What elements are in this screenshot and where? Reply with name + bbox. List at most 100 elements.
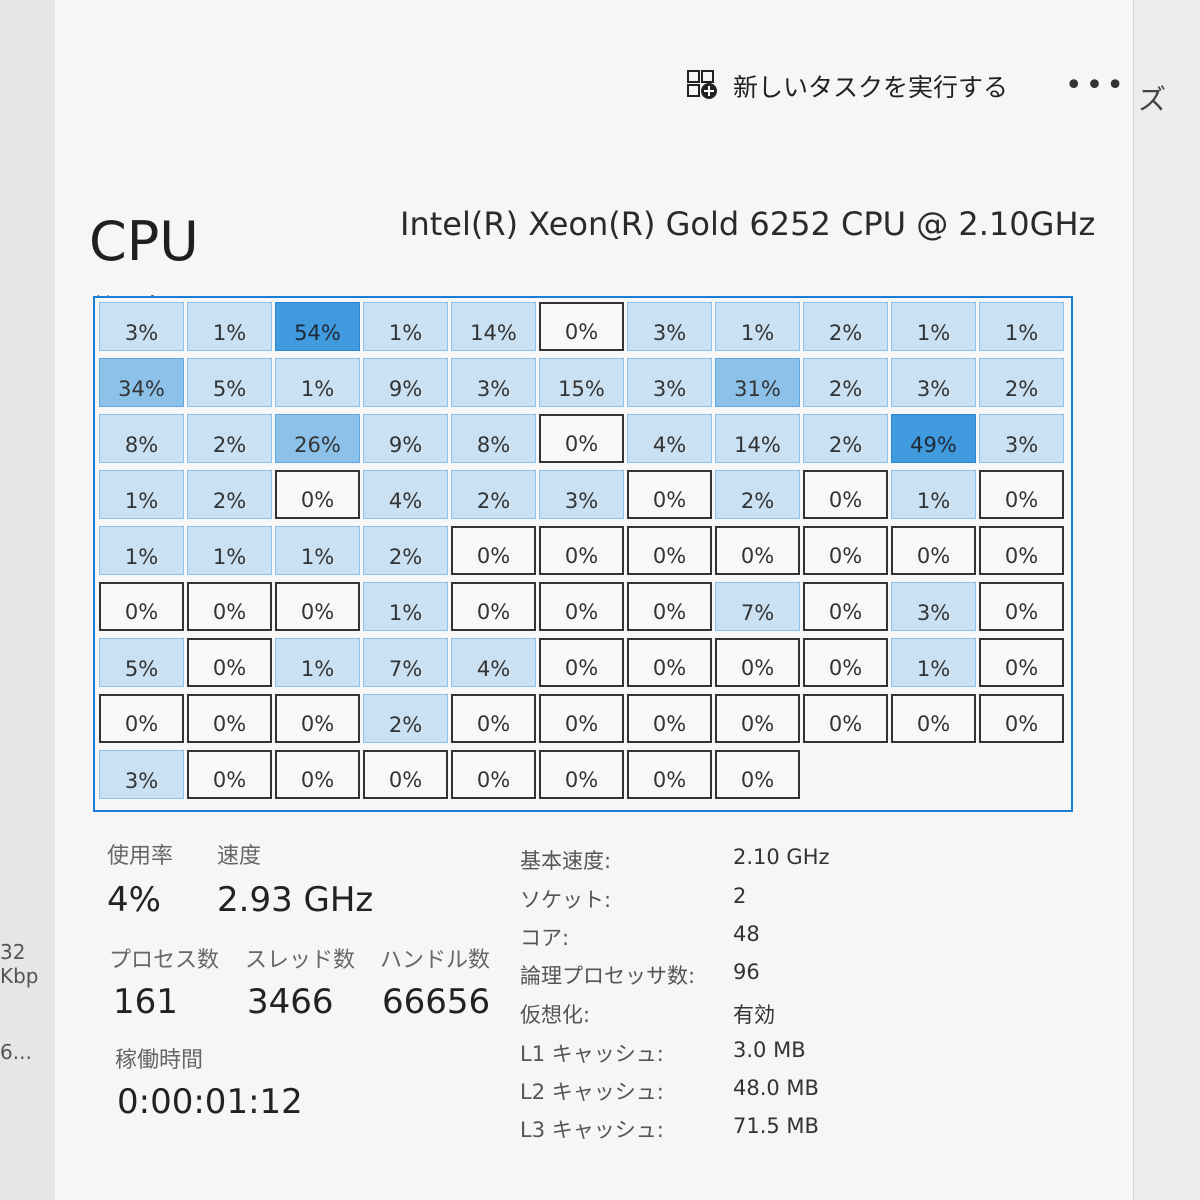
spec-key-virtualization: 仮想化: <box>520 1003 591 1027</box>
clipped-text: ズ <box>1138 83 1167 116</box>
processor-cell-10: 1% <box>979 302 1064 351</box>
processor-cell-68: 1% <box>275 638 360 687</box>
processor-cell-17: 3% <box>627 358 712 407</box>
spec-key-l3-cache: L3 キャッシュ: <box>520 1118 664 1142</box>
processor-cell-84: 0% <box>715 694 800 743</box>
processor-cell-30: 2% <box>803 414 888 463</box>
threads-value: 3466 <box>247 982 334 1022</box>
processor-cell-6: 3% <box>627 302 712 351</box>
processor-cell-28: 4% <box>627 414 712 463</box>
processor-cell-4: 14% <box>451 302 536 351</box>
processor-cell-61: 0% <box>627 582 712 631</box>
processor-cell-37: 2% <box>451 470 536 519</box>
processor-cell-20: 3% <box>891 358 976 407</box>
spec-value-cores: 48 <box>733 922 760 946</box>
spec-value-virtualization: 有効 <box>733 1003 775 1027</box>
processor-cell-89: 0% <box>187 750 272 799</box>
spec-key-l2-cache: L2 キャッシュ: <box>520 1080 664 1104</box>
run-task-label: 新しいタスクを実行する <box>733 73 1009 102</box>
processor-cell-21: 2% <box>979 358 1064 407</box>
processor-cell-35: 0% <box>275 470 360 519</box>
processor-cell-26: 8% <box>451 414 536 463</box>
processor-cell-23: 2% <box>187 414 272 463</box>
usage-label: 使用率 <box>107 844 174 869</box>
processor-cell-18: 31% <box>715 358 800 407</box>
processor-cell-32: 3% <box>979 414 1064 463</box>
processor-cell-24: 26% <box>275 414 360 463</box>
processor-cell-59: 0% <box>451 582 536 631</box>
processor-cell-48: 0% <box>451 526 536 575</box>
processor-cell-31: 49% <box>891 414 976 463</box>
spec-value-base-speed: 2.10 GHz <box>733 845 830 869</box>
usage-value: 4% <box>107 880 161 920</box>
processor-cell-43: 0% <box>979 470 1064 519</box>
processor-cell-1: 1% <box>187 302 272 351</box>
processor-cell-64: 3% <box>891 582 976 631</box>
processor-cell-41: 0% <box>803 470 888 519</box>
processor-cell-40: 2% <box>715 470 800 519</box>
speed-label: 速度 <box>217 844 262 869</box>
handles-value: 66656 <box>382 982 491 1022</box>
processor-cell-42: 1% <box>891 470 976 519</box>
page-title: CPU <box>89 210 199 273</box>
more-options-button[interactable]: ••• <box>1065 71 1127 101</box>
processor-cell-53: 0% <box>891 526 976 575</box>
processor-cell-22: 8% <box>99 414 184 463</box>
processor-cell-54: 0% <box>979 526 1064 575</box>
processor-cell-5: 0% <box>539 302 624 351</box>
spec-key-l1-cache: L1 キャッシュ: <box>520 1042 664 1066</box>
processes-label: プロセス数 <box>109 948 220 973</box>
processor-cell-7: 1% <box>715 302 800 351</box>
processor-cell-69: 7% <box>363 638 448 687</box>
processor-cell-25: 9% <box>363 414 448 463</box>
processor-cell-15: 3% <box>451 358 536 407</box>
processor-cell-33: 1% <box>99 470 184 519</box>
processor-cell-9: 1% <box>891 302 976 351</box>
threads-label: スレッド数 <box>245 948 356 973</box>
processor-cell-49: 0% <box>539 526 624 575</box>
processor-cell-34: 2% <box>187 470 272 519</box>
spec-value-l3-cache: 71.5 MB <box>733 1114 819 1138</box>
processor-cell-60: 0% <box>539 582 624 631</box>
spec-key-logical-processors: 論理プロセッサ数: <box>520 964 696 988</box>
bandwidth-text: 32 Kbp <box>0 940 39 988</box>
processor-cell-82: 0% <box>539 694 624 743</box>
processor-cell-67: 0% <box>187 638 272 687</box>
speed-value: 2.93 GHz <box>217 880 374 920</box>
uptime-label: 稼働時間 <box>115 1048 204 1073</box>
processor-cell-88: 3% <box>99 750 184 799</box>
processor-cell-38: 3% <box>539 470 624 519</box>
processor-cell-27: 0% <box>539 414 624 463</box>
right-gutter: ズ <box>1134 0 1200 1200</box>
left-panel-strip: 32 Kbp 6... <box>0 0 60 1200</box>
logical-processor-grid: 3% 1% 54% 1% 14% 0% 3% 1% 2% 1% 1% 34% 5% 1% 9% 3% 15% 3%… <box>93 296 1073 812</box>
processes-value: 161 <box>113 982 178 1022</box>
spec-key-sockets: ソケット: <box>520 888 612 912</box>
processor-cell-46: 1% <box>275 526 360 575</box>
processor-cell-29: 14% <box>715 414 800 463</box>
processor-cell-91: 0% <box>363 750 448 799</box>
processor-cell-58: 1% <box>363 582 448 631</box>
processor-cell-72: 0% <box>627 638 712 687</box>
spec-value-l2-cache: 48.0 MB <box>733 1076 819 1100</box>
processor-cell-83: 0% <box>627 694 712 743</box>
processor-cell-74: 0% <box>803 638 888 687</box>
processor-cell-19: 2% <box>803 358 888 407</box>
run-task-icon <box>685 67 719 105</box>
processor-cell-16: 15% <box>539 358 624 407</box>
processor-cell-95: 0% <box>715 750 800 799</box>
processor-cell-13: 1% <box>275 358 360 407</box>
processor-cell-8: 2% <box>803 302 888 351</box>
processor-cell-75: 1% <box>891 638 976 687</box>
processor-cell-63: 0% <box>803 582 888 631</box>
spec-value-l1-cache: 3.0 MB <box>733 1038 806 1062</box>
processor-cell-85: 0% <box>803 694 888 743</box>
processor-cell-11: 34% <box>99 358 184 407</box>
cpu-model-name: Intel(R) Xeon(R) Gold 6252 CPU @ 2.10GHz <box>400 205 1096 243</box>
processor-cell-52: 0% <box>803 526 888 575</box>
run-new-task-button[interactable]: 新しいタスクを実行する <box>675 61 1018 111</box>
performance-panel: 新しいタスクを実行する ••• CPU Intel(R) Xeon(R) Gol… <box>55 0 1134 1200</box>
processor-cell-12: 5% <box>187 358 272 407</box>
processor-cell-55: 0% <box>99 582 184 631</box>
processor-cell-39: 0% <box>627 470 712 519</box>
